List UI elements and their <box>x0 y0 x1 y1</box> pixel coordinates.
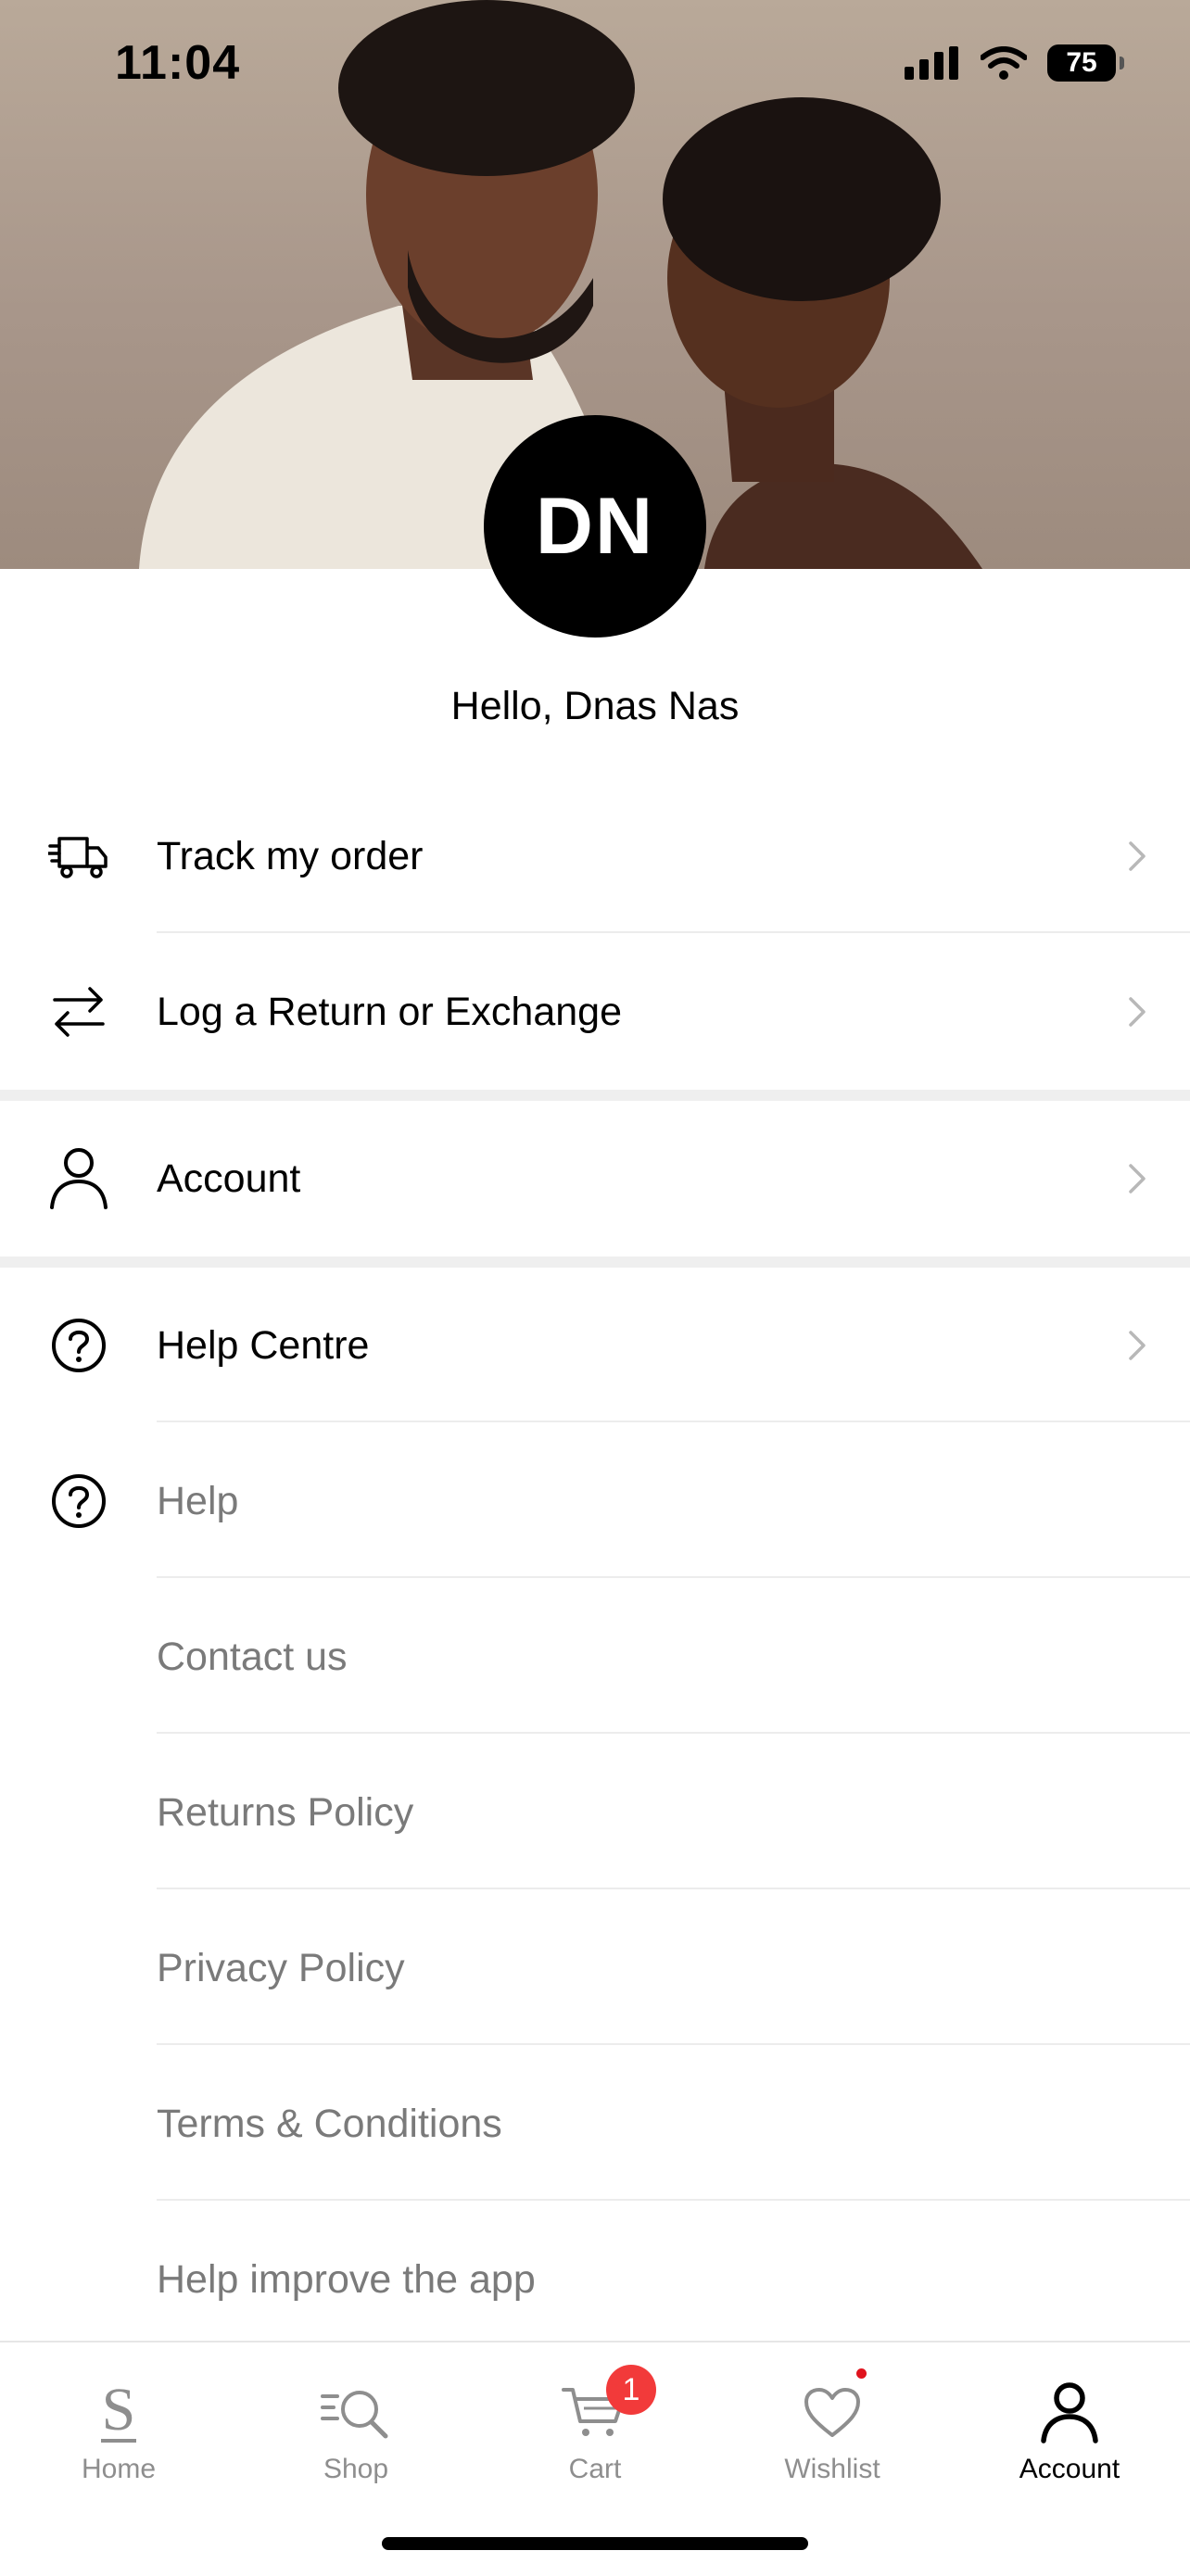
question-circle-icon <box>48 1471 109 1532</box>
terms-conditions-label: Terms & Conditions <box>157 2101 502 2146</box>
account-row[interactable]: Account <box>0 1101 1190 1256</box>
chevron-right-icon <box>1129 841 1146 871</box>
tab-home[interactable]: S Home <box>26 2380 211 2485</box>
tab-shop[interactable]: Shop <box>263 2380 449 2485</box>
row-divider <box>157 2199 1190 2201</box>
status-time: 11:04 <box>115 36 241 90</box>
person-icon <box>1032 2380 1107 2446</box>
privacy-policy-label: Privacy Policy <box>157 1945 405 1990</box>
log-return-row[interactable]: Log a Return or Exchange <box>0 934 1190 1090</box>
contact-us-label: Contact us <box>157 1634 348 1679</box>
status-bar: 11:04 75 <box>0 0 1190 130</box>
chevron-right-icon <box>1129 1331 1146 1360</box>
svg-text:S: S <box>102 2380 136 2443</box>
track-order-label: Track my order <box>157 833 424 878</box>
chevron-right-icon <box>1129 997 1146 1027</box>
battery-tip <box>1120 57 1124 69</box>
tab-account-label: Account <box>1019 2454 1120 2484</box>
returns-policy-label: Returns Policy <box>157 1789 414 1835</box>
tab-wishlist[interactable]: Wishlist <box>740 2368 925 2485</box>
avatar: DN <box>484 415 706 638</box>
search-list-icon <box>319 2380 393 2446</box>
home-indicator[interactable] <box>382 2537 808 2550</box>
help-label: Help <box>157 1478 239 1523</box>
returns-policy-link[interactable]: Returns Policy <box>0 1735 1190 1890</box>
truck-icon <box>48 826 109 887</box>
help-centre-label: Help Centre <box>157 1322 370 1368</box>
tab-wishlist-label: Wishlist <box>784 2454 880 2484</box>
tab-cart[interactable]: 1 Cart <box>502 2365 688 2485</box>
heart-icon <box>795 2368 869 2446</box>
row-divider <box>157 1732 1190 1734</box>
swap-arrows-icon <box>48 981 109 1042</box>
cart-icon: 1 <box>558 2365 656 2446</box>
avatar-initials: DN <box>535 481 655 571</box>
tab-account[interactable]: Account <box>977 2380 1162 2485</box>
contact-us-link[interactable]: Contact us <box>0 1579 1190 1735</box>
row-divider <box>157 931 1190 933</box>
brand-s-icon: S <box>82 2380 156 2446</box>
help-improve-app-link[interactable]: Help improve the app <box>0 2202 1190 2357</box>
row-divider <box>157 2043 1190 2045</box>
wishlist-dot-indicator <box>856 2368 867 2379</box>
terms-conditions-link[interactable]: Terms & Conditions <box>0 2046 1190 2202</box>
tab-cart-label: Cart <box>568 2454 622 2484</box>
row-divider <box>157 1888 1190 1889</box>
cellular-signal-icon <box>905 46 958 80</box>
section-separator <box>0 1090 1190 1101</box>
privacy-policy-link[interactable]: Privacy Policy <box>0 1890 1190 2046</box>
tab-shop-label: Shop <box>323 2454 389 2484</box>
help-improve-app-label: Help improve the app <box>157 2256 536 2302</box>
help-centre-row[interactable]: Help Centre <box>0 1268 1190 1423</box>
wifi-icon <box>981 46 1027 80</box>
section-separator <box>0 1256 1190 1268</box>
chevron-right-icon <box>1129 1164 1146 1193</box>
tab-home-label: Home <box>81 2454 157 2484</box>
battery-level: 75 <box>1066 47 1097 78</box>
log-return-label: Log a Return or Exchange <box>157 989 622 1034</box>
question-circle-icon <box>48 1315 109 1376</box>
cart-badge: 1 <box>606 2365 656 2415</box>
status-icons: 75 <box>905 44 1124 82</box>
track-order-row[interactable]: Track my order <box>0 778 1190 934</box>
person-icon <box>48 1148 109 1209</box>
help-row[interactable]: Help <box>0 1423 1190 1579</box>
account-label: Account <box>157 1155 301 1201</box>
row-divider <box>157 1576 1190 1578</box>
battery-indicator: 75 <box>1047 44 1124 82</box>
row-divider <box>157 1421 1190 1422</box>
greeting-text: Hello, Dnas Nas <box>450 684 740 728</box>
